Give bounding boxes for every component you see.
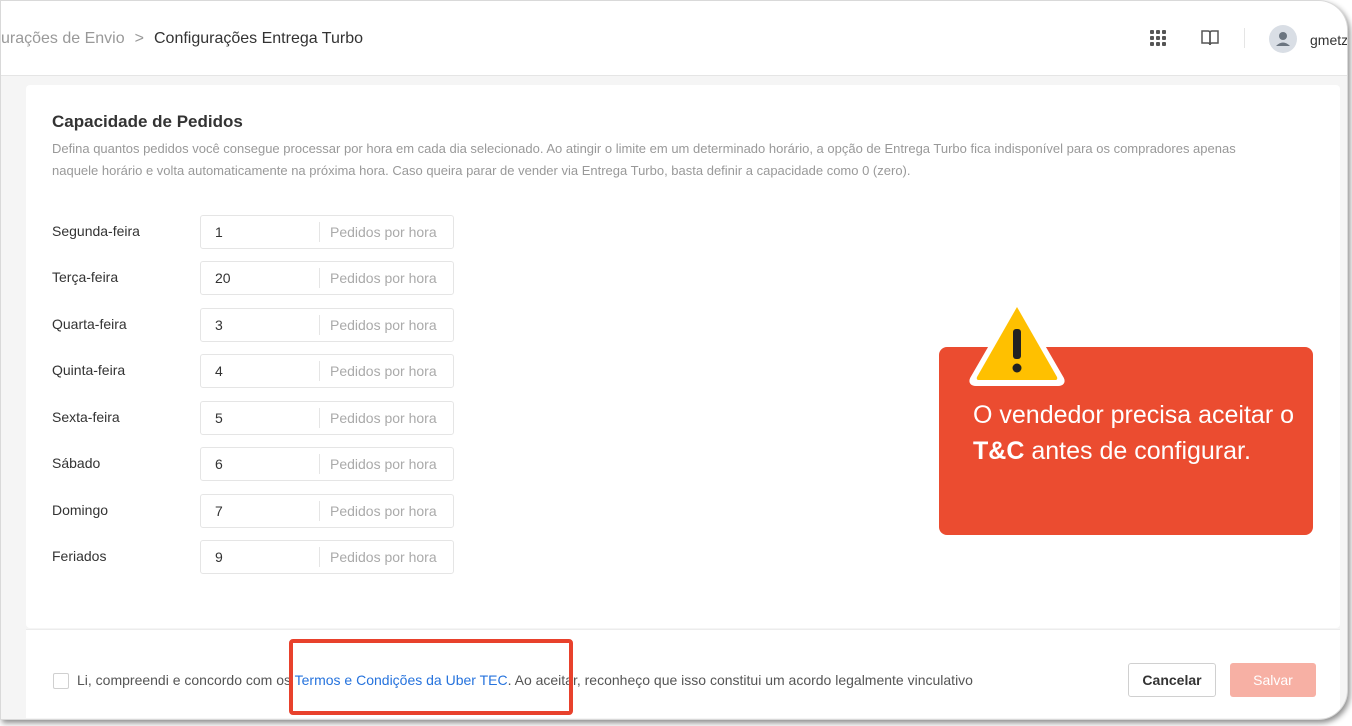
capacity-value[interactable]: 7 — [215, 503, 223, 519]
callout-message: O vendedor precisa aceitar o T&C antes d… — [973, 397, 1303, 469]
agree-suffix: . Ao aceitar, reconheço que isso constit… — [507, 672, 973, 688]
footer-bar: Li, compreendi e concordo com os Termos … — [26, 629, 1340, 718]
day-label: Domingo — [52, 502, 109, 518]
capacity-input-sunday[interactable]: 7 Pedidos por hora — [200, 494, 454, 528]
capacity-input-saturday[interactable]: 6 Pedidos por hora — [200, 447, 454, 481]
capacity-input-wednesday[interactable]: 3 Pedidos por hora — [200, 308, 454, 342]
cancel-button[interactable]: Cancelar — [1128, 663, 1216, 697]
avatar[interactable] — [1269, 25, 1297, 53]
user-icon — [1276, 32, 1290, 46]
breadcrumb-item-current: Configurações Entrega Turbo — [153, 30, 363, 47]
capacity-input-thursday[interactable]: 4 Pedidos por hora — [200, 354, 454, 388]
capacity-input-holidays[interactable]: 9 Pedidos por hora — [200, 540, 454, 574]
capacity-value[interactable]: 20 — [215, 270, 231, 286]
top-bar: urações de Envio > Configurações Entrega T… — [1, 1, 1347, 76]
unit-suffix: Pedidos por hora — [319, 315, 437, 335]
capacity-value[interactable]: 9 — [215, 549, 223, 565]
breadcrumb-item-shipping-settings[interactable]: urações de Envio — [1, 30, 125, 47]
callout-text-before: O vendedor precisa aceitar o — [973, 401, 1295, 429]
unit-suffix: Pedidos por hora — [319, 268, 437, 288]
capacity-value[interactable]: 3 — [215, 317, 223, 333]
capacity-input-tuesday[interactable]: 20 Pedidos por hora — [200, 261, 454, 295]
capacity-value[interactable]: 5 — [215, 410, 223, 426]
capacity-value[interactable]: 6 — [215, 456, 223, 472]
capacity-input-friday[interactable]: 5 Pedidos por hora — [200, 401, 454, 435]
toolbar-divider — [1244, 28, 1245, 48]
callout-text-bold: T&C — [973, 437, 1025, 465]
day-label: Quarta-feira — [52, 316, 127, 332]
app-window: urações de Envio > Configurações Entrega T… — [0, 0, 1348, 720]
terms-checkbox[interactable] — [53, 673, 69, 689]
unit-suffix: Pedidos por hora — [319, 361, 437, 381]
agree-prefix: Li, compreendi e concordo com os — [77, 672, 295, 688]
section-description: Defina quantos pedidos você consegue pro… — [52, 141, 1236, 178]
day-label: Segunda-feira — [52, 223, 140, 239]
terms-highlight-box — [289, 639, 573, 715]
day-label: Sábado — [52, 455, 101, 471]
day-label: Feriados — [52, 548, 107, 564]
book-icon[interactable] — [1200, 29, 1220, 47]
day-label: Terça-feira — [52, 269, 119, 285]
unit-suffix: Pedidos por hora — [319, 454, 437, 474]
apps-grid-icon[interactable] — [1149, 29, 1167, 47]
capacity-value[interactable]: 1 — [215, 224, 223, 240]
day-label: Sexta-feira — [52, 409, 120, 425]
unit-suffix: Pedidos por hora — [319, 222, 437, 242]
username[interactable]: gmetz — [1310, 32, 1347, 48]
day-label: Quinta-feira — [52, 362, 126, 378]
capacity-value[interactable]: 4 — [215, 363, 223, 379]
save-button[interactable]: Salvar — [1230, 663, 1316, 697]
unit-suffix: Pedidos por hora — [319, 547, 437, 567]
breadcrumb-separator: > — [134, 30, 144, 47]
capacity-input-monday[interactable]: 1 Pedidos por hora — [200, 215, 454, 249]
warning-icon — [969, 300, 1065, 386]
unit-suffix: Pedidos por hora — [319, 501, 437, 521]
section-title: Capacidade de Pedidos — [52, 112, 243, 131]
breadcrumb: urações de Envio > Configurações Entrega T… — [1, 30, 363, 48]
callout-text-after: antes de configurar. — [1024, 437, 1251, 465]
unit-suffix: Pedidos por hora — [319, 408, 437, 428]
